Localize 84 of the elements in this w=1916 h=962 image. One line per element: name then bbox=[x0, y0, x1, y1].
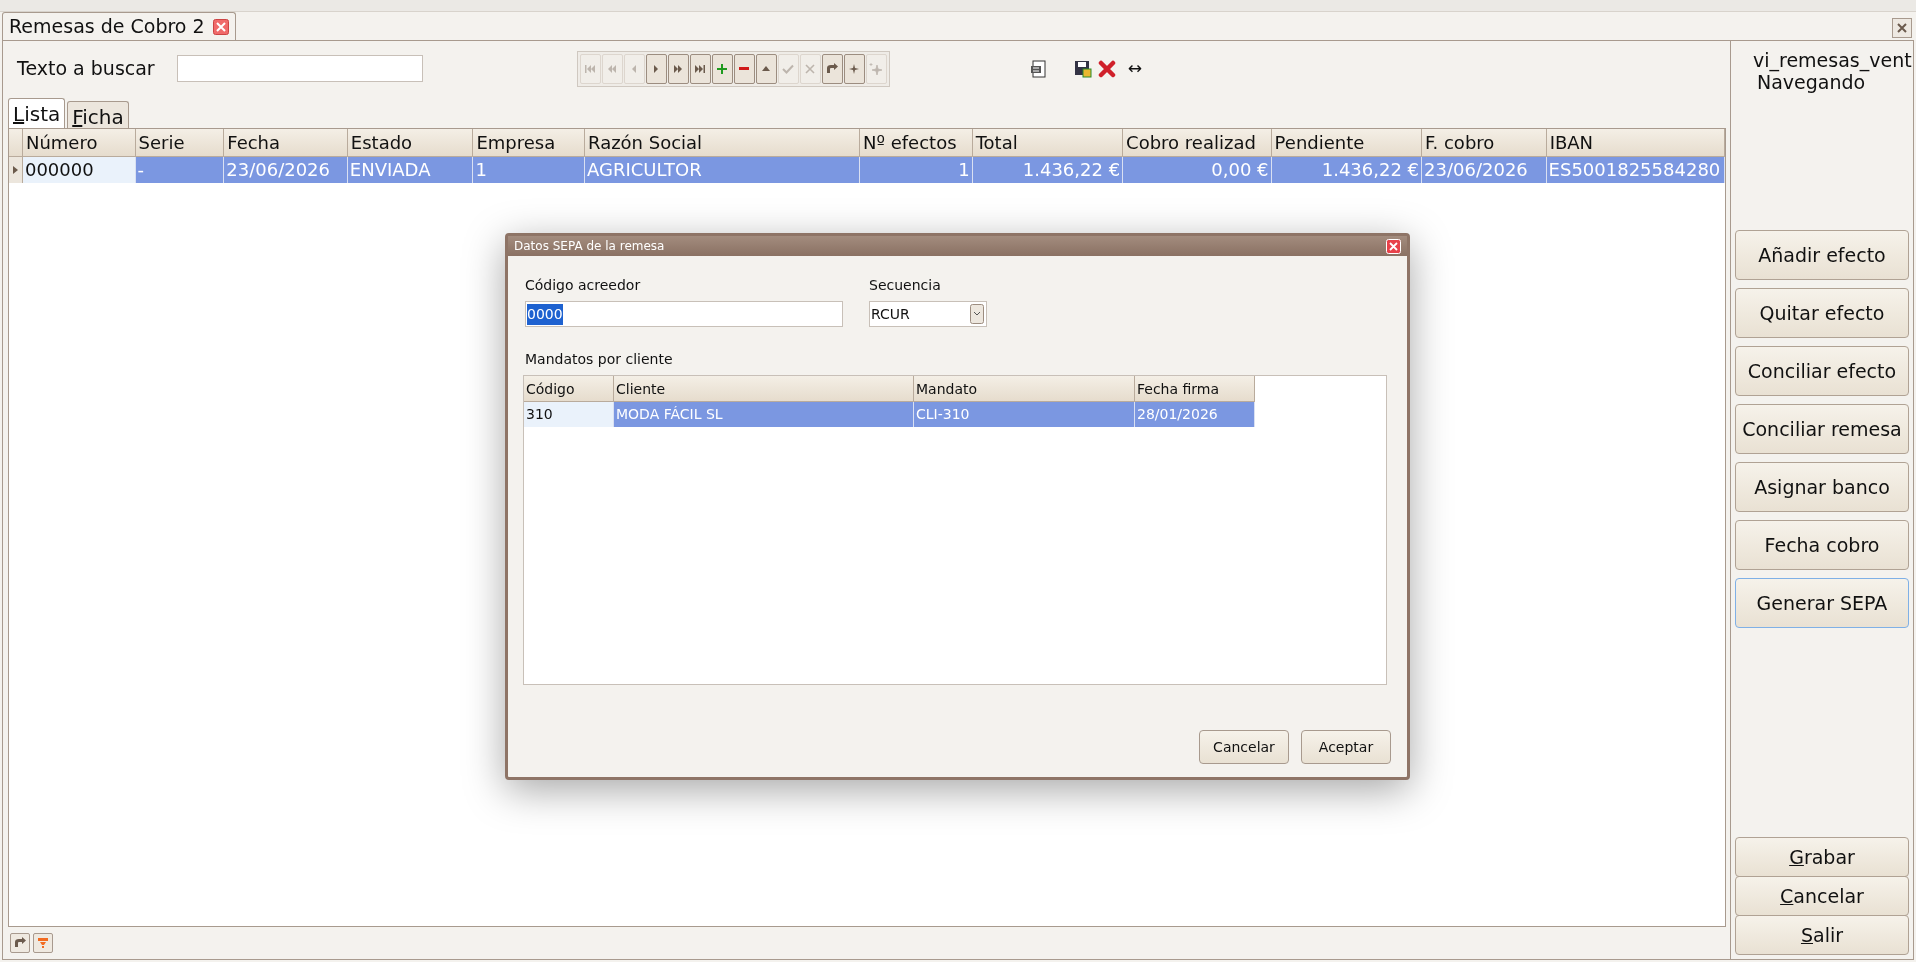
document-tab[interactable]: Remesas de Cobro 2 bbox=[2, 12, 236, 40]
last-button[interactable] bbox=[689, 53, 711, 84]
row-pointer-icon bbox=[12, 166, 18, 174]
action-button[interactable]: Conciliar efecto bbox=[1735, 346, 1909, 396]
star-new-icon bbox=[869, 61, 884, 76]
minus-icon bbox=[739, 67, 750, 70]
table-cell: 0,00 € bbox=[1123, 157, 1272, 183]
table-cell: 1.436,22 € bbox=[1271, 157, 1423, 183]
table-row[interactable]: 310 MODA FÁCIL SL CLI-310 28/01/2026 bbox=[524, 402, 1255, 427]
table-cell: 000000 bbox=[22, 157, 136, 183]
column-header[interactable]: Total bbox=[972, 129, 1124, 156]
table-cell: 1.436,22 € bbox=[972, 157, 1124, 183]
remove-button[interactable] bbox=[733, 53, 755, 84]
mode-label: Navegando bbox=[1757, 71, 1866, 93]
table-cell: ENVIADA bbox=[347, 157, 474, 183]
up-button[interactable] bbox=[755, 53, 777, 84]
next-page-button[interactable] bbox=[667, 53, 689, 84]
column-header[interactable]: Razón Social bbox=[585, 129, 861, 156]
creditor-code-field[interactable]: 0000 bbox=[525, 301, 843, 327]
column-header[interactable]: Número bbox=[22, 129, 136, 156]
spreadsheet-export-icon[interactable] bbox=[1029, 59, 1048, 78]
close-window-button[interactable] bbox=[1892, 18, 1912, 38]
refresh-button[interactable] bbox=[10, 933, 30, 953]
action-button[interactable]: Añadir efecto bbox=[1735, 230, 1909, 280]
dialog-button[interactable]: Aceptar bbox=[1301, 730, 1391, 764]
table-cell: 28/01/2026 bbox=[1135, 402, 1255, 427]
table-cell: AGRICULTOR bbox=[585, 157, 860, 183]
table-cell: 23/06/2026 bbox=[224, 157, 348, 183]
column-header[interactable]: Fecha firma bbox=[1135, 376, 1255, 402]
action-button[interactable]: Conciliar remesa bbox=[1735, 404, 1909, 454]
resize-glyph[interactable]: ↔ bbox=[1127, 55, 1142, 82]
table-cell: MODA FÁCIL SL bbox=[614, 402, 914, 427]
refresh-icon bbox=[825, 61, 840, 76]
table-cell: ES5001825584280 bbox=[1546, 157, 1725, 183]
column-header[interactable]: Serie bbox=[135, 129, 225, 156]
mandates-label: Mandatos por cliente bbox=[524, 350, 674, 369]
save-icon[interactable] bbox=[1073, 59, 1092, 78]
delete-icon[interactable] bbox=[1097, 59, 1116, 78]
filter-icon bbox=[37, 937, 49, 949]
column-header[interactable]: Mandato bbox=[914, 376, 1135, 402]
search-field[interactable] bbox=[176, 55, 423, 82]
action-button[interactable]: Salir bbox=[1735, 915, 1909, 955]
column-header[interactable]: Pendiente bbox=[1271, 129, 1423, 156]
table-row[interactable]: 000000 - 23/06/2026 ENVIADA 1 AGRICULTOR 1 1.436,22 € 0,00 € 1.436,22 € 23/06/2026 ES5001825584280 bbox=[9, 157, 1725, 183]
next-button[interactable] bbox=[645, 53, 667, 84]
column-header[interactable]: Cobro realizad bbox=[1123, 129, 1272, 156]
document-tab-title: Remesas de Cobro 2 bbox=[9, 14, 205, 40]
search-label: Texto a buscar bbox=[17, 56, 155, 82]
action-button[interactable]: Grabar bbox=[1735, 837, 1909, 877]
action-button[interactable]: Cancelar bbox=[1735, 876, 1909, 916]
column-header[interactable]: IBAN bbox=[1546, 129, 1725, 156]
action-button[interactable]: Generar SEPA bbox=[1735, 578, 1909, 628]
refresh-icon bbox=[13, 936, 27, 950]
view-tab[interactable]: Ficha bbox=[67, 101, 129, 128]
column-header[interactable]: F. cobro bbox=[1422, 129, 1547, 156]
close-icon[interactable] bbox=[212, 18, 229, 35]
sequence-label: Secuencia bbox=[869, 276, 942, 295]
filter-button[interactable] bbox=[33, 933, 53, 953]
table-cell: 1 bbox=[473, 157, 585, 183]
action-button[interactable]: Asignar banco bbox=[1735, 462, 1909, 512]
column-header[interactable]: Estado bbox=[347, 129, 474, 156]
column-header[interactable]: Fecha bbox=[224, 129, 348, 156]
view-tab[interactable]: Lista bbox=[8, 98, 66, 128]
table-cell: - bbox=[135, 157, 225, 183]
add-icon bbox=[715, 61, 730, 76]
table-cell: 23/06/2026 bbox=[1422, 157, 1547, 183]
table-cell: 310 bbox=[524, 402, 614, 427]
column-header[interactable]: Nº efectos bbox=[860, 129, 973, 156]
add-button[interactable] bbox=[711, 53, 733, 84]
dialog-title: Datos SEPA de la remesa bbox=[514, 238, 666, 255]
close-icon bbox=[1897, 23, 1907, 33]
sequence-dropdown[interactable]: RCUR bbox=[869, 301, 987, 327]
action-button[interactable]: Quitar efecto bbox=[1735, 288, 1909, 338]
dialog-button[interactable]: Cancelar bbox=[1199, 730, 1289, 764]
star-button[interactable] bbox=[843, 53, 865, 84]
table-cell: 1 bbox=[860, 157, 973, 183]
table-cell: CLI-310 bbox=[914, 402, 1135, 427]
column-header[interactable]: Cliente bbox=[614, 376, 914, 402]
column-header[interactable]: Código bbox=[524, 376, 614, 402]
column-header[interactable]: Empresa bbox=[473, 129, 585, 156]
refresh-button[interactable] bbox=[821, 53, 843, 84]
action-button[interactable]: Fecha cobro bbox=[1735, 520, 1909, 570]
cancel-icon bbox=[803, 61, 818, 76]
creditor-code-label: Código acreedor bbox=[525, 276, 642, 295]
